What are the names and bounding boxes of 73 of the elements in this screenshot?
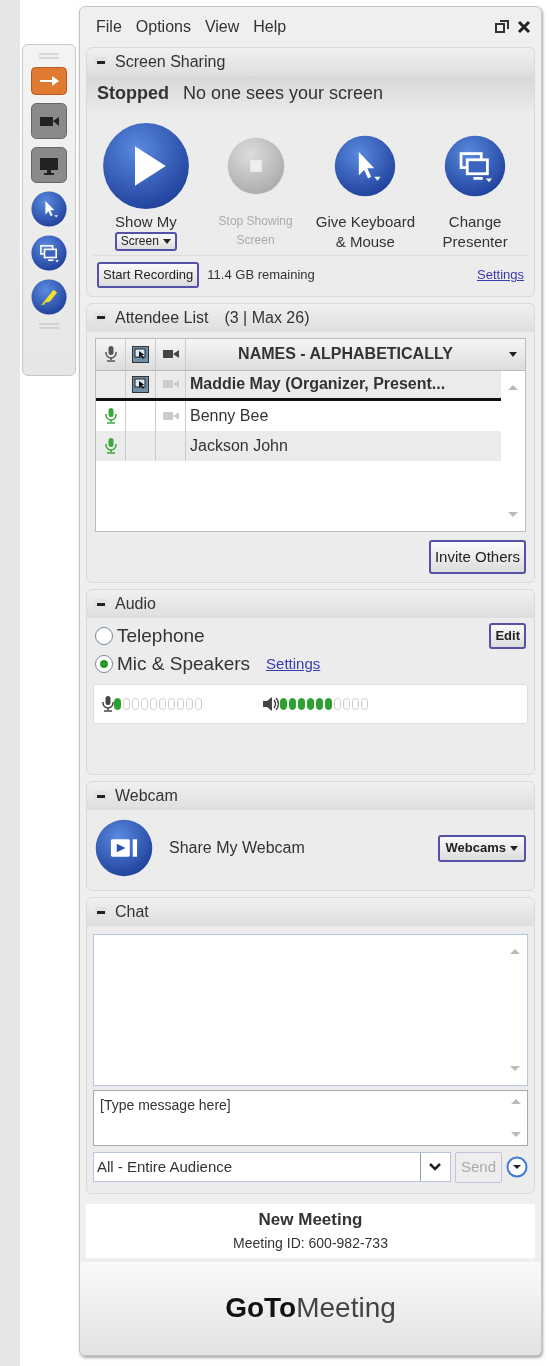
attendee-name: Maddie May (Organizer, Present... xyxy=(189,374,447,395)
webcam-button[interactable] xyxy=(31,103,67,139)
section-header[interactable]: Webcam xyxy=(87,782,534,811)
action-label: Give Keyboard & Mouse xyxy=(315,212,416,251)
collapse-icon[interactable] xyxy=(95,57,107,67)
attendee-row[interactable]: Maddie May (Organizer, Present... xyxy=(96,370,501,401)
options-icon[interactable] xyxy=(506,1156,528,1179)
webcam-icon xyxy=(162,349,179,360)
storage-remaining: 11.4 GB remaining xyxy=(207,266,315,285)
meeting-id: Meeting ID: 600-982-733 xyxy=(233,1233,388,1253)
drawing-button[interactable] xyxy=(31,279,67,315)
presenter-icon xyxy=(132,375,149,393)
collapse-icon[interactable] xyxy=(95,599,107,610)
speaker-icon xyxy=(262,696,280,713)
webcam-icon xyxy=(162,379,179,390)
share-webcam-button[interactable] xyxy=(95,819,153,878)
logo: GoToMeeting xyxy=(225,1291,396,1326)
pointer-button[interactable] xyxy=(31,191,67,227)
audio-option[interactable]: Mic & Speakers xyxy=(95,649,251,679)
meeting-title: New Meeting xyxy=(258,1209,363,1232)
recipient-dropdown[interactable]: All - Entire Audience xyxy=(93,1152,451,1183)
share-webcam-label: Share My Webcam xyxy=(169,838,305,859)
radio-button[interactable] xyxy=(95,627,113,646)
menu-item[interactable]: File xyxy=(96,15,122,39)
status-label: Stopped xyxy=(97,81,169,105)
action-label: Stop Showing Screen xyxy=(217,213,294,250)
menu-item[interactable]: Options xyxy=(135,15,191,39)
section-header[interactable]: Chat xyxy=(87,898,534,927)
webcam-icon xyxy=(162,410,179,421)
section-title: Chat xyxy=(115,902,149,923)
collapse-icon[interactable] xyxy=(95,312,107,323)
invite-others-button[interactable]: Invite Others xyxy=(428,539,526,575)
chevron-icon xyxy=(429,1163,442,1172)
attendee-row[interactable]: Jackson John xyxy=(96,430,501,461)
restore-icon[interactable] xyxy=(495,20,509,34)
screen-button[interactable] xyxy=(31,147,67,183)
microphone-icon xyxy=(104,346,117,363)
audio-settings-link[interactable]: Settings xyxy=(266,652,321,676)
screen-dropdown[interactable]: Screen xyxy=(114,231,177,252)
menu-item[interactable]: View xyxy=(204,15,240,39)
show-screen-button[interactable] xyxy=(101,120,190,212)
presenter-button[interactable] xyxy=(31,235,67,271)
microphone-icon xyxy=(102,696,114,713)
edit-button[interactable]: Edit xyxy=(489,623,526,649)
start-recording-button[interactable]: Start Recording xyxy=(97,262,200,288)
grip-icon xyxy=(39,323,59,329)
section-header[interactable]: Screen Sharing xyxy=(87,48,534,76)
section-title: Audio xyxy=(115,594,156,615)
collapse-icon[interactable] xyxy=(95,791,107,802)
caret-icon[interactable] xyxy=(509,351,517,357)
action-label: Show My xyxy=(115,212,177,232)
presenter-icon xyxy=(132,345,149,363)
section-title: Webcam xyxy=(115,786,178,807)
section-title: Attendee List xyxy=(115,307,209,328)
webcams-dropdown[interactable]: Webcams xyxy=(437,834,526,862)
settings-link[interactable]: Settings xyxy=(477,265,524,285)
audio-option[interactable]: Telephone xyxy=(95,621,205,651)
close-icon[interactable] xyxy=(517,20,531,34)
section-header[interactable]: Audio xyxy=(87,590,534,619)
section-header[interactable]: Attendee List (3 | Max 26) xyxy=(87,303,534,332)
attendee-count: (3 | Max 26) xyxy=(224,307,310,328)
attendee-name: Jackson John xyxy=(189,435,289,456)
grip-icon xyxy=(39,53,59,59)
microphone-icon xyxy=(104,407,117,424)
panel-toggle-button[interactable] xyxy=(31,67,67,95)
attendee-name: Benny Bee xyxy=(189,405,270,426)
action-label: Change Presenter xyxy=(441,212,509,251)
collapse-icon[interactable] xyxy=(95,907,107,918)
radio-button[interactable] xyxy=(95,655,113,674)
status-text: No one sees your screen xyxy=(183,81,384,105)
microphone-icon xyxy=(104,437,117,454)
section-title: Screen Sharing xyxy=(115,52,226,72)
menu-item[interactable]: Help xyxy=(253,15,287,39)
